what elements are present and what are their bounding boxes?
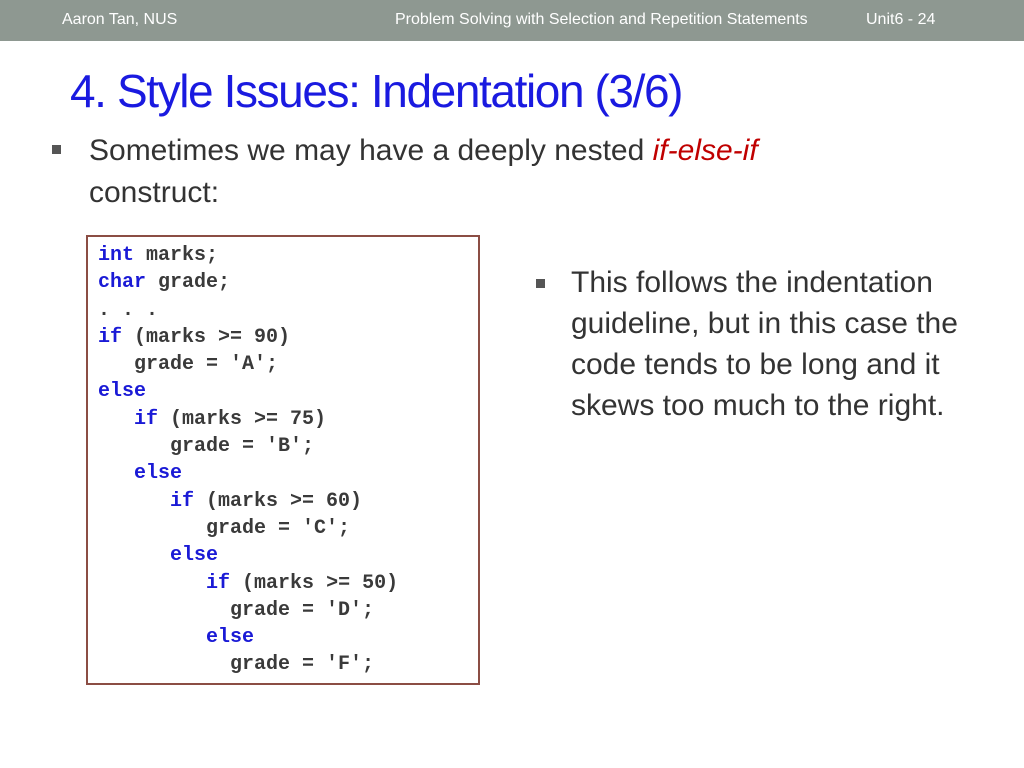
code-line: grade = 'A'; — [98, 353, 278, 376]
code-text: (marks >= 50) — [230, 571, 399, 595]
bullet-intro-text-end: construct: — [89, 176, 220, 209]
header-bar: Aaron Tan, NUS Problem Solving with Sele… — [0, 0, 1024, 41]
slide-title: 4. Style Issues: Indentation (3/6) — [70, 65, 684, 117]
code-keyword: if — [206, 571, 231, 595]
code-line: grade = 'B'; — [98, 435, 314, 458]
code-line: else — [98, 462, 182, 485]
code-keyword: if — [98, 325, 123, 349]
code-listing: int marks; char grade; . . . if (marks >… — [98, 242, 398, 679]
code-text: grade = 'B'; — [170, 435, 315, 459]
code-text: grade = 'F'; — [230, 653, 375, 677]
code-line: grade = 'D'; — [98, 599, 374, 622]
code-line: grade = 'C'; — [98, 517, 350, 540]
code-keyword: else — [206, 626, 255, 650]
code-keyword: else — [98, 380, 147, 404]
code-keyword: if — [134, 407, 159, 431]
bullet-square-icon — [52, 145, 61, 154]
code-line: else — [98, 626, 254, 649]
code-text: (marks >= 75) — [158, 407, 327, 431]
bullet-intro-emphasis: if-else-if — [652, 134, 758, 167]
code-line: if (marks >= 60) — [98, 490, 362, 513]
code-text: (marks >= 90) — [122, 325, 291, 349]
slide-number: Unit6 - 24 — [866, 11, 936, 28]
bullet-note: This follows the indentation guideline, … — [571, 266, 958, 422]
code-text: . . . — [98, 298, 159, 322]
code-keyword: else — [134, 462, 183, 486]
code-line: if (marks >= 90) — [98, 326, 290, 349]
code-keyword: if — [170, 489, 195, 513]
code-line: else — [98, 380, 146, 403]
code-keyword: int — [98, 244, 135, 267]
code-text: marks; — [134, 244, 219, 267]
code-text: grade = 'D'; — [230, 598, 375, 622]
code-line: . . . — [98, 299, 158, 322]
course-title: Problem Solving with Selection and Repet… — [395, 11, 808, 28]
code-box: int marks; char grade; . . . if (marks >… — [86, 235, 480, 685]
code-keyword: else — [170, 544, 219, 568]
bullet-square-icon — [536, 279, 545, 288]
code-keyword: char — [98, 271, 147, 295]
code-text: grade = 'C'; — [206, 516, 351, 540]
code-line: if (marks >= 75) — [98, 408, 326, 431]
code-text: grade = 'A'; — [134, 353, 279, 377]
code-line: int marks; — [98, 244, 218, 267]
code-line: if (marks >= 50) — [98, 572, 398, 595]
code-line: char grade; — [98, 271, 230, 294]
author-label: Aaron Tan, NUS — [62, 11, 178, 28]
code-text: grade; — [146, 271, 231, 295]
code-line: grade = 'F'; — [98, 653, 374, 676]
bullet-intro: Sometimes we may have a deeply nested if… — [89, 130, 919, 214]
code-line: else — [98, 544, 218, 567]
code-text: (marks >= 60) — [194, 489, 363, 513]
bullet-intro-text: Sometimes we may have a deeply nested — [89, 134, 653, 167]
